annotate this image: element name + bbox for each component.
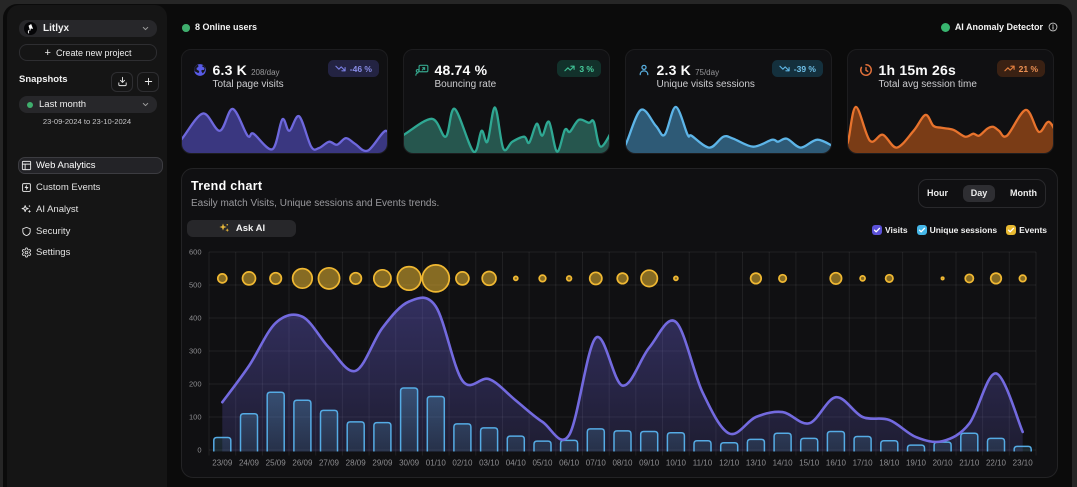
svg-text:200: 200 [188, 380, 201, 389]
svg-text:07/10: 07/10 [585, 459, 606, 468]
svg-text:26/09: 26/09 [292, 459, 313, 468]
svg-text:23/10: 23/10 [1012, 459, 1033, 468]
svg-text:12/10: 12/10 [719, 459, 740, 468]
svg-text:30/09: 30/09 [399, 459, 420, 468]
svg-text:17/10: 17/10 [852, 459, 873, 468]
svg-text:05/10: 05/10 [532, 459, 553, 468]
svg-text:10/10: 10/10 [665, 459, 686, 468]
svg-text:20/10: 20/10 [932, 459, 953, 468]
svg-text:16/10: 16/10 [825, 459, 846, 468]
svg-text:28/09: 28/09 [345, 459, 366, 468]
svg-text:15/10: 15/10 [799, 459, 820, 468]
svg-text:18/10: 18/10 [879, 459, 900, 468]
svg-text:06/10: 06/10 [559, 459, 580, 468]
svg-text:09/10: 09/10 [639, 459, 660, 468]
svg-text:04/10: 04/10 [505, 459, 526, 468]
svg-text:300: 300 [188, 347, 201, 356]
svg-text:23/09: 23/09 [212, 459, 233, 468]
svg-text:08/10: 08/10 [612, 459, 633, 468]
svg-text:13/10: 13/10 [745, 459, 766, 468]
svg-text:25/09: 25/09 [265, 459, 286, 468]
svg-text:19/10: 19/10 [905, 459, 926, 468]
svg-text:11/10: 11/10 [692, 459, 712, 468]
svg-text:27/09: 27/09 [318, 459, 339, 468]
svg-text:03/10: 03/10 [479, 459, 500, 468]
svg-text:02/10: 02/10 [452, 459, 473, 468]
svg-text:0: 0 [197, 446, 201, 455]
svg-text:100: 100 [188, 413, 201, 422]
svg-text:500: 500 [188, 281, 201, 290]
svg-text:01/10: 01/10 [425, 459, 446, 468]
svg-text:29/09: 29/09 [372, 459, 393, 468]
svg-text:22/10: 22/10 [985, 459, 1006, 468]
svg-text:24/09: 24/09 [238, 459, 259, 468]
svg-text:400: 400 [188, 314, 201, 323]
svg-text:600: 600 [188, 248, 201, 257]
svg-text:14/10: 14/10 [772, 459, 793, 468]
svg-text:21/10: 21/10 [959, 459, 980, 468]
